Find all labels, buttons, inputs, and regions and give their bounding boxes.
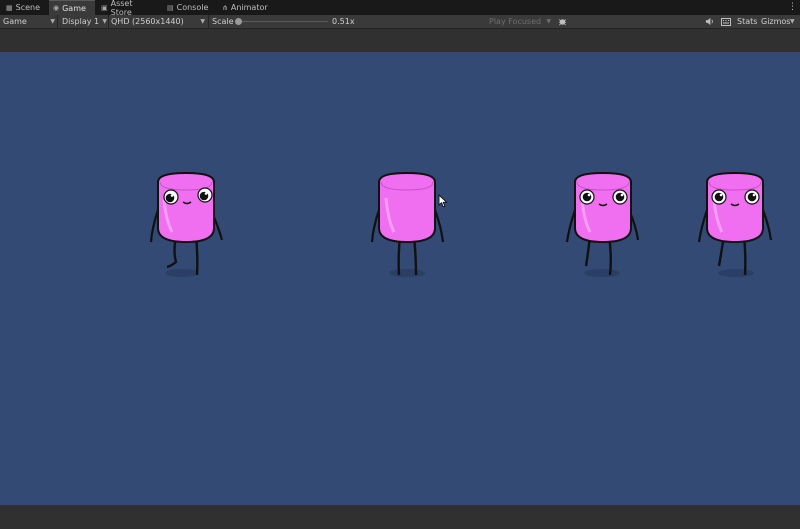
dropdown-arrow-icon: ▼ <box>546 18 551 25</box>
toolbar-divider <box>208 15 209 28</box>
tab-console-label: Console <box>176 3 209 12</box>
console-icon: ▤ <box>167 3 174 12</box>
marshmallow-character <box>565 171 640 277</box>
tab-asset-store[interactable]: ▣ Asset Store <box>97 0 159 17</box>
tab-animator-label: Animator <box>230 3 268 12</box>
stats-button[interactable]: Stats <box>737 15 757 28</box>
dropdown-arrow-icon: ▼ <box>50 18 55 25</box>
resolution-value: QHD (2560x1440) <box>111 17 184 26</box>
keyboard-shortcuts-icon[interactable] <box>721 15 731 28</box>
tab-animator[interactable]: ⋔ Animator <box>218 0 270 15</box>
game-view-toolbar: Game ▼ Display 1 ▼ QHD (2560x1440) ▼ Sca… <box>0 15 800 29</box>
marshmallow-character <box>370 171 445 277</box>
display-dropdown[interactable]: Display 1 ▼ <box>62 15 107 28</box>
resolution-dropdown[interactable]: QHD (2560x1440) ▼ <box>111 15 205 28</box>
toolbar-divider <box>57 15 58 28</box>
editor-tab-strip: ▦ Scene ◉ Game ▣ Asset Store ▤ Console ⋔… <box>0 0 800 17</box>
play-mode-value: Play Focused <box>489 17 542 26</box>
bug-icon[interactable] <box>558 15 567 28</box>
more-options-icon[interactable]: ⋮ <box>788 2 797 12</box>
mouse-cursor-icon <box>438 194 448 208</box>
game-view-letterbox-top <box>0 29 800 52</box>
display-value: Display 1 <box>62 17 100 26</box>
gamepad-icon: ◉ <box>53 4 60 12</box>
tab-scene-label: Scene <box>15 3 41 12</box>
gizmos-button[interactable]: Gizmos <box>761 15 790 28</box>
scale-value: 0.51x <box>332 17 355 26</box>
scale-slider-handle[interactable] <box>235 18 242 25</box>
dropdown-arrow-icon: ▼ <box>200 18 205 25</box>
marshmallow-character <box>149 171 224 277</box>
tab-game-label: Game <box>62 3 86 13</box>
scale-label: Scale <box>212 17 234 26</box>
mute-audio-icon[interactable] <box>705 15 714 28</box>
animator-nodes-icon: ⋔ <box>222 3 228 12</box>
gizmos-dropdown-arrow-icon[interactable]: ▼ <box>790 15 795 28</box>
view-type-value: Game <box>3 17 27 26</box>
tab-scene[interactable]: ▦ Scene <box>2 0 46 15</box>
scale-slider-track[interactable] <box>236 21 328 22</box>
tab-game[interactable]: ◉ Game <box>49 0 95 15</box>
play-mode-dropdown[interactable]: Play Focused ▼ <box>489 15 551 28</box>
game-view-canvas[interactable] <box>0 52 800 505</box>
shopping-bag-icon: ▣ <box>101 3 108 12</box>
scene-grid-icon: ▦ <box>6 3 13 12</box>
marshmallow-character <box>697 171 773 277</box>
tab-console[interactable]: ▤ Console <box>163 0 213 15</box>
game-view-letterbox-bottom <box>0 505 800 529</box>
toolbar-divider <box>108 15 109 28</box>
view-type-dropdown[interactable]: Game ▼ <box>3 15 55 28</box>
dropdown-arrow-icon: ▼ <box>102 18 107 25</box>
